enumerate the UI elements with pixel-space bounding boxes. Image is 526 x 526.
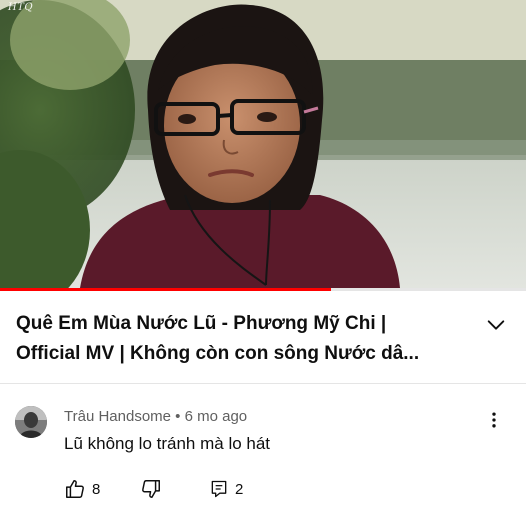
comment-more-button[interactable]	[482, 408, 506, 432]
comment-item: Trâu Handsome • 6 mo ago Lũ không lo trá…	[0, 384, 526, 526]
youtube-comment-screen: HTQ Quê Em Mùa Nước Lũ - Phương Mỹ Chi |…	[0, 0, 526, 526]
comment-text: Lũ không lo tránh mà lo hát	[64, 434, 271, 453]
video-title[interactable]: Quê Em Mùa Nước Lũ - Phương Mỹ Chi | Off…	[16, 309, 466, 369]
like-count: 8	[92, 480, 101, 498]
avatar-image	[15, 406, 47, 438]
more-vertical-icon	[492, 412, 496, 428]
video-title-section[interactable]: Quê Em Mùa Nước Lũ - Phương Mỹ Chi | Off…	[0, 291, 526, 383]
meta-separator: •	[175, 408, 181, 425]
comment-age: 6 mo ago	[184, 408, 248, 425]
dislike-button[interactable]	[140, 478, 162, 500]
reply-count: 2	[235, 480, 244, 498]
thumbs-down-icon	[142, 480, 160, 498]
like-button[interactable]: 8	[64, 478, 100, 500]
thumbs-up-icon	[66, 480, 84, 498]
video-title-line-2: Official MV | Không còn con sông Nước dâ…	[16, 343, 420, 364]
comment-author[interactable]: Trâu Handsome	[64, 408, 171, 425]
expand-description-button[interactable]	[484, 313, 508, 337]
reply-button[interactable]: 2	[209, 478, 243, 500]
video-player[interactable]: HTQ	[0, 0, 526, 288]
video-title-line-1: Quê Em Mùa Nước Lũ - Phương Mỹ Chi |	[16, 313, 387, 334]
channel-watermark: HTQ	[8, 2, 34, 13]
avatar[interactable]	[15, 406, 47, 438]
comment-actions: 8 2	[64, 478, 464, 502]
chevron-down-icon	[487, 320, 505, 330]
comment-meta: Trâu Handsome • 6 mo ago	[64, 408, 247, 425]
comment-icon	[211, 480, 227, 498]
video-frame-image	[0, 0, 526, 288]
